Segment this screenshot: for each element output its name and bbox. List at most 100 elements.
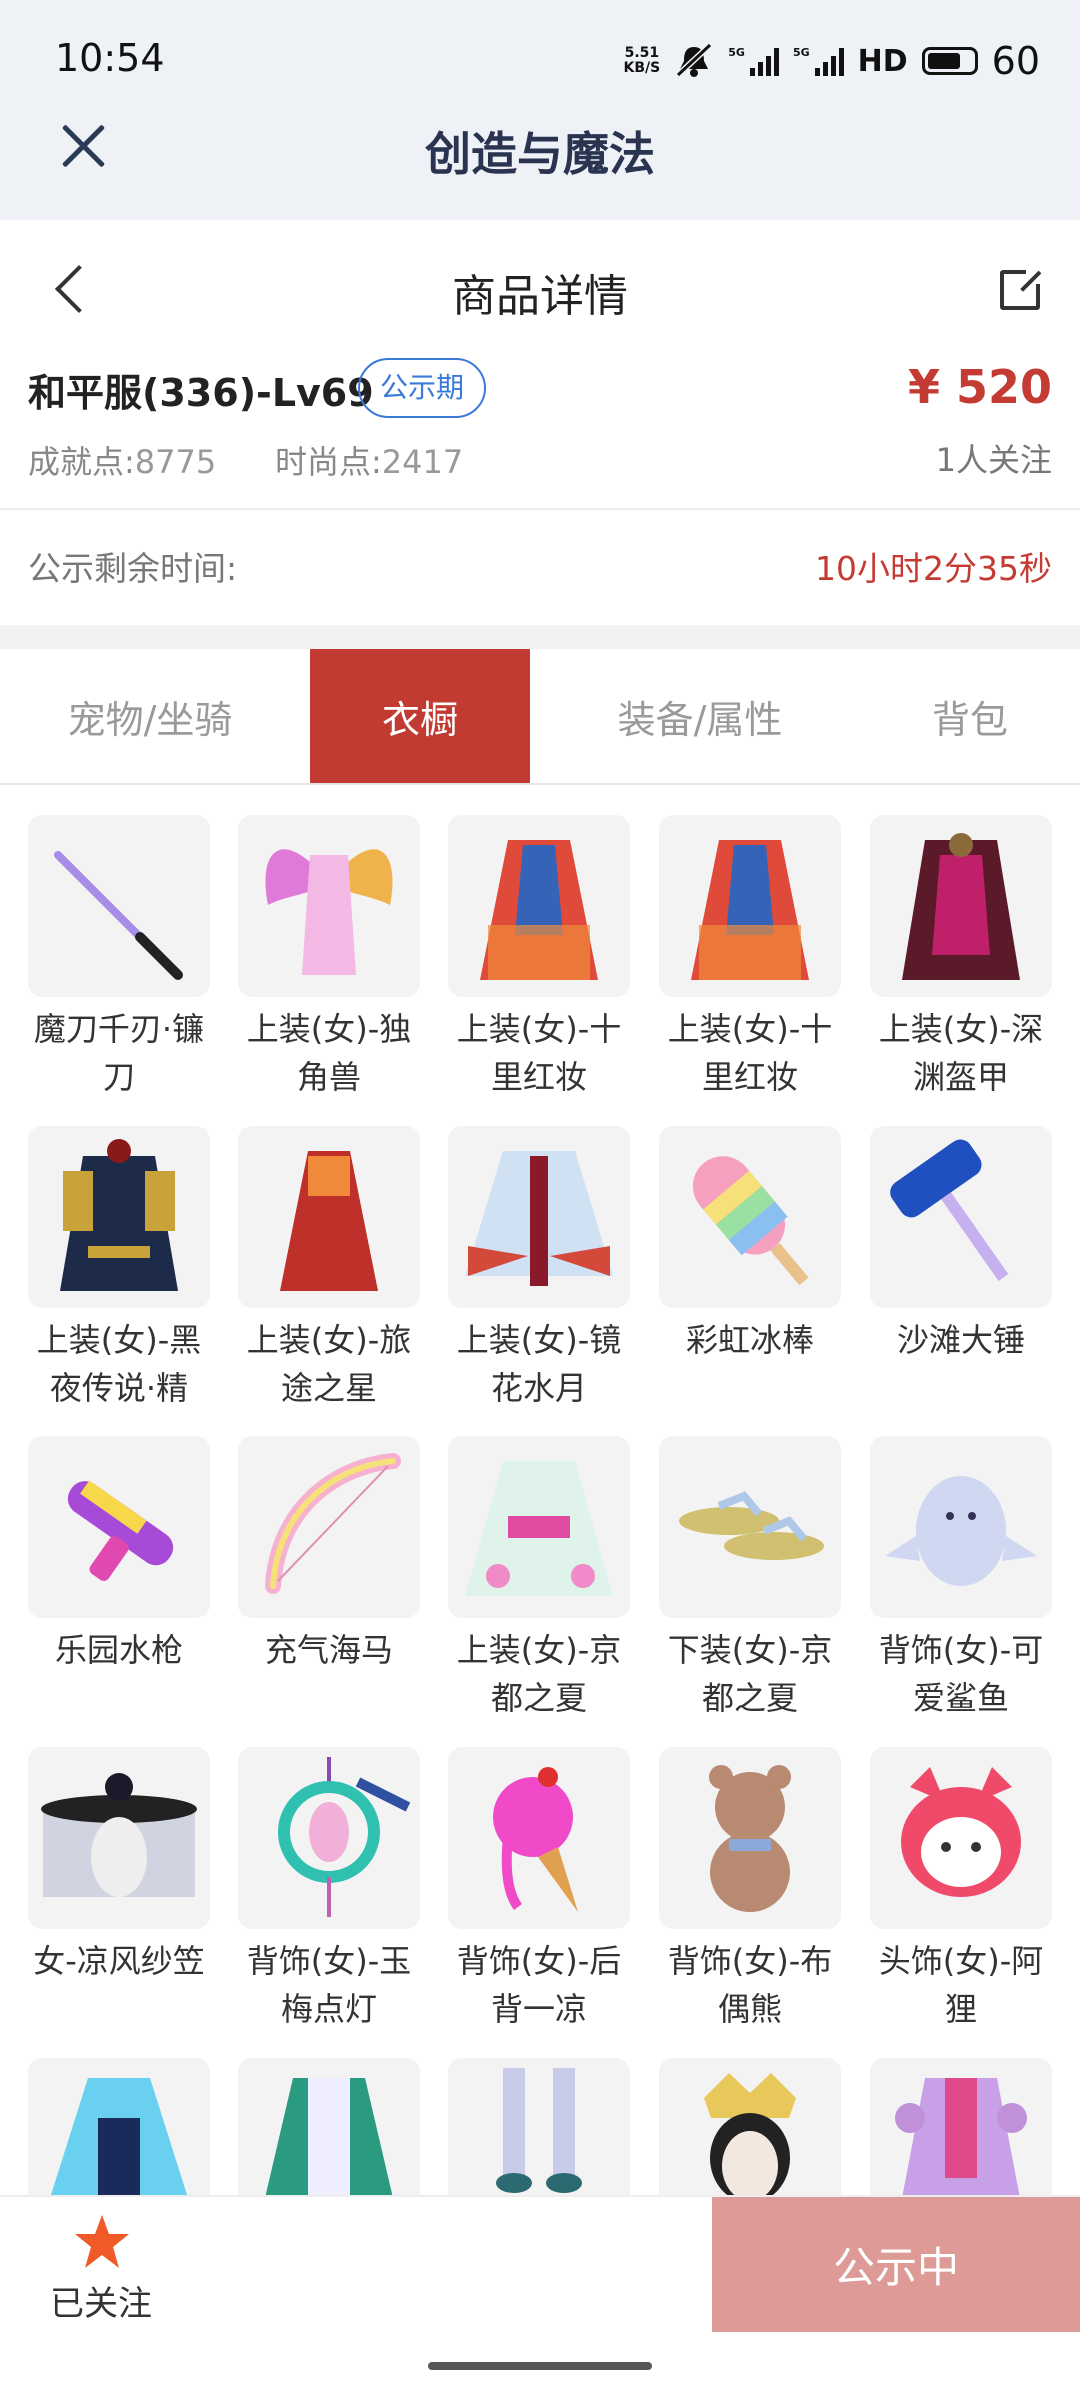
inflatable-bow-icon bbox=[238, 1436, 420, 1618]
wardrobe-item[interactable]: 女-凉风纱笠 bbox=[28, 1747, 210, 1985]
status-badge: 公示期 bbox=[358, 358, 487, 418]
wardrobe-item-label: 背饰(女)-布偶熊 bbox=[667, 1942, 833, 2028]
status-time: 10:54 bbox=[55, 36, 165, 80]
wardrobe-item[interactable] bbox=[238, 2058, 420, 2195]
wardrobe-item[interactable]: 上装(女)-旅途之星 bbox=[238, 1126, 420, 1412]
wardrobe-item-label: 上装(女)-镜花水月 bbox=[456, 1321, 622, 1407]
fox-head-icon bbox=[870, 1747, 1052, 1929]
wardrobe-item[interactable] bbox=[448, 2058, 630, 2195]
wardrobe-item[interactable]: 背饰(女)-布偶熊 bbox=[659, 1747, 841, 2033]
achievement-stat: 成就点:8775 bbox=[28, 437, 216, 483]
achievement-label: 成就点: bbox=[28, 443, 135, 481]
wardrobe-item-label: 彩虹冰棒 bbox=[685, 1321, 814, 1359]
mute-icon bbox=[676, 43, 713, 78]
lantern-icon bbox=[238, 1747, 420, 1929]
tab-wardrobe[interactable]: 衣橱 bbox=[310, 649, 530, 783]
wardrobe-item-label: 背饰(女)-后背一凉 bbox=[456, 1942, 622, 2028]
hd-indicator: HD bbox=[857, 43, 908, 79]
wardrobe-item-label: 女-凉风纱笠 bbox=[33, 1942, 205, 1980]
ice-cream-icon bbox=[448, 1747, 630, 1929]
achievement-value: 8775 bbox=[134, 443, 217, 481]
remaining-time-label: 公示剩余时间: bbox=[28, 549, 238, 588]
red-dress-icon bbox=[238, 1126, 420, 1308]
follower-count: 1人关注 bbox=[935, 441, 1052, 479]
wardrobe-item-label: 上装(女)-十里红妆 bbox=[456, 1010, 622, 1096]
status-icons: 5.51 KB/S 5G 5G HD 60 bbox=[624, 36, 1040, 86]
home-indicator bbox=[428, 2362, 652, 2370]
tab-backpack[interactable]: 背包 bbox=[860, 649, 1080, 783]
page-title: 商品详情 bbox=[452, 271, 628, 322]
armor-icon bbox=[870, 815, 1052, 997]
wardrobe-item[interactable]: 沙滩大锤 bbox=[870, 1126, 1052, 1364]
wardrobe-item[interactable]: 上装(女)-黑夜传说·精 bbox=[28, 1126, 210, 1412]
water-gun-icon bbox=[28, 1436, 210, 1618]
wardrobe-item[interactable]: 背饰(女)-后背一凉 bbox=[448, 1747, 630, 2033]
follow-label[interactable]: 已关注 bbox=[50, 2276, 152, 2325]
cta-button[interactable]: 公示中 bbox=[712, 2197, 1080, 2332]
wardrobe-item[interactable]: 魔刀千刃·镰刀 bbox=[28, 815, 210, 1101]
wardrobe-item[interactable]: 上装(女)-京都之夏 bbox=[448, 1436, 630, 1722]
tab-pets-mounts[interactable]: 宠物/坐骑 bbox=[0, 649, 300, 783]
wardrobe-item-label: 沙滩大锤 bbox=[896, 1321, 1025, 1359]
battery-level: 60 bbox=[991, 39, 1040, 83]
shark-icon bbox=[870, 1436, 1052, 1618]
fashion-label: 时尚点: bbox=[275, 443, 382, 481]
net-speed: 5.51 KB/S bbox=[623, 45, 661, 76]
signal-icon: 5G bbox=[793, 46, 844, 76]
wardrobe-item[interactable]: 背饰(女)-可爱鲨鱼 bbox=[870, 1436, 1052, 1722]
wardrobe-grid: 魔刀千刃·镰刀 上装(女)-独角兽 上装(女)-十里红妆 上装(女)-十里红妆 上装(女… bbox=[28, 815, 1052, 2195]
tab-bar: 宠物/坐骑 衣橱 装备/属性 背包 bbox=[0, 649, 1080, 785]
wardrobe-item[interactable] bbox=[659, 2058, 841, 2195]
tab-equipment-attributes[interactable]: 装备/属性 bbox=[540, 649, 860, 783]
red-robe-icon bbox=[659, 815, 841, 997]
wardrobe-item[interactable] bbox=[28, 2058, 210, 2195]
crown-head-icon bbox=[659, 2058, 841, 2195]
white-robe-icon bbox=[448, 1126, 630, 1308]
product-name: 和平服(336)-Lv69 bbox=[28, 371, 374, 415]
wardrobe-item-label: 上装(女)-十里红妆 bbox=[667, 1010, 833, 1096]
wardrobe-item[interactable]: 上装(女)-深渊盔甲 bbox=[870, 815, 1052, 1101]
rainbow-popsicle-icon bbox=[659, 1126, 841, 1308]
wardrobe-item-label: 背饰(女)-玉梅点灯 bbox=[246, 1942, 412, 2028]
sandals-icon bbox=[659, 1436, 841, 1618]
dark-outfit-icon bbox=[28, 1126, 210, 1308]
wings-dress-icon bbox=[238, 815, 420, 997]
wardrobe-item-label: 头饰(女)-阿狸 bbox=[878, 1942, 1044, 2028]
fashion-value: 2417 bbox=[381, 443, 464, 481]
battery-icon bbox=[921, 47, 978, 75]
wardrobe-item[interactable]: 彩虹冰棒 bbox=[659, 1126, 841, 1364]
wardrobe-item[interactable]: 上装(女)-独角兽 bbox=[238, 815, 420, 1101]
red-robe-icon bbox=[448, 815, 630, 997]
wardrobe-item-label: 魔刀千刃·镰刀 bbox=[33, 1010, 205, 1096]
wardrobe-item-label: 背饰(女)-可爱鲨鱼 bbox=[878, 1631, 1044, 1717]
wardrobe-item-label: 上装(女)-独角兽 bbox=[246, 1010, 412, 1096]
teddy-bear-icon bbox=[659, 1747, 841, 1929]
wardrobe-item-label: 上装(女)-深渊盔甲 bbox=[878, 1010, 1044, 1096]
purple-outfit-icon bbox=[870, 2058, 1052, 2195]
wardrobe-item-label: 上装(女)-京都之夏 bbox=[456, 1631, 622, 1717]
wardrobe-item-label: 上装(女)-旅途之星 bbox=[246, 1321, 412, 1407]
veil-hat-icon bbox=[28, 1747, 210, 1929]
remaining-time-value: 10小时2分35秒 bbox=[815, 549, 1052, 588]
white-legs-icon bbox=[448, 2058, 630, 2195]
star-icon[interactable] bbox=[72, 2212, 132, 2272]
katana-icon bbox=[28, 815, 210, 997]
section-gap bbox=[0, 625, 1080, 649]
green-outfit-icon bbox=[238, 2058, 420, 2195]
wardrobe-item[interactable] bbox=[870, 2058, 1052, 2195]
wardrobe-item[interactable]: 充气海马 bbox=[238, 1436, 420, 1674]
wardrobe-item[interactable]: 下装(女)-京都之夏 bbox=[659, 1436, 841, 1722]
kimono-icon bbox=[448, 1436, 630, 1618]
signal-icon: 5G bbox=[728, 46, 779, 76]
divider bbox=[0, 508, 1080, 510]
wardrobe-item[interactable]: 上装(女)-十里红妆 bbox=[448, 815, 630, 1101]
wardrobe-item[interactable]: 上装(女)-十里红妆 bbox=[659, 815, 841, 1101]
share-icon[interactable] bbox=[1000, 266, 1044, 310]
wardrobe-item-label: 上装(女)-黑夜传说·精 bbox=[36, 1321, 202, 1407]
wardrobe-item[interactable]: 头饰(女)-阿狸 bbox=[870, 1747, 1052, 2033]
wardrobe-item[interactable]: 背饰(女)-玉梅点灯 bbox=[238, 1747, 420, 2033]
wardrobe-item-label: 乐园水枪 bbox=[54, 1631, 183, 1669]
wardrobe-item[interactable]: 乐园水枪 bbox=[28, 1436, 210, 1674]
blue-dress-icon bbox=[28, 2058, 210, 2195]
wardrobe-item[interactable]: 上装(女)-镜花水月 bbox=[448, 1126, 630, 1412]
